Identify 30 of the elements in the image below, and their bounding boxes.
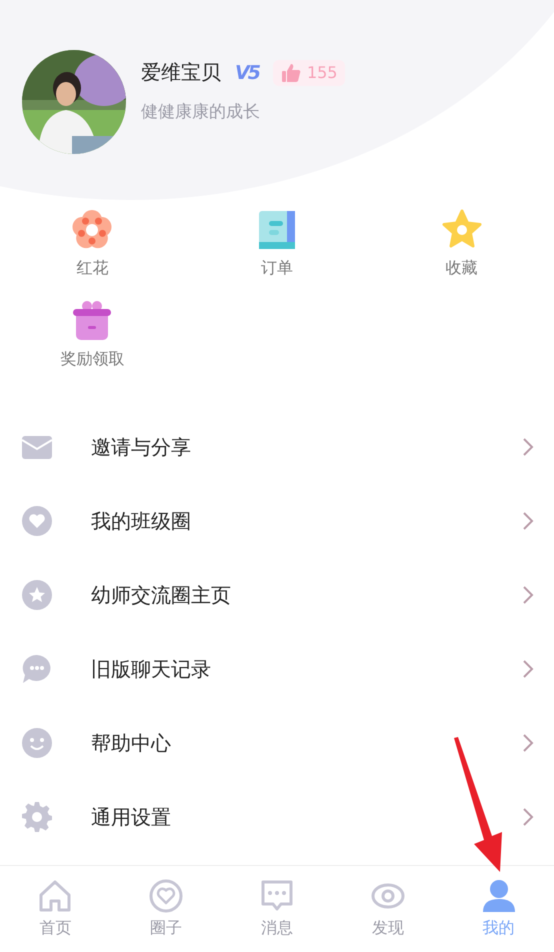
tab-item[interactable]: 首页 [0,866,111,952]
tab-item[interactable]: 我的 [443,866,554,952]
settings-icon [21,801,53,833]
chevron-icon [522,659,534,679]
chevron-icon [522,733,534,753]
shortcut-item[interactable]: 红花 [0,208,185,279]
menu-item[interactable]: 我的班级圈 [0,484,554,558]
shortcut-item[interactable]: 订单 [184,208,370,279]
user-motto: 健健康康的成长 [141,101,261,123]
smile-icon [21,727,53,759]
menu-item[interactable]: 幼师交流圈主页 [0,558,554,632]
person-icon [480,878,517,914]
chevron-icon [522,437,534,457]
shortcut-item[interactable]: 收藏 [369,208,554,279]
menu-item[interactable]: 帮助中心 [0,706,554,780]
thumbs-up-icon [280,62,301,82]
menu-item[interactable]: 旧版聊天记录 [0,632,554,706]
user-name: 爱维宝贝 [141,59,221,86]
chevron-icon [522,511,534,531]
chevron-icon [522,807,534,827]
tab-item[interactable]: 发现 [332,866,444,952]
chevron-icon [522,585,534,605]
menu-item[interactable]: 邀请与分享 [0,410,554,484]
home-icon [37,878,74,914]
likes-badge: 155 [272,60,346,86]
tab-item[interactable]: 消息 [222,866,332,952]
chat-icon [21,653,53,685]
tab-item[interactable]: 圈子 [110,866,222,952]
level-label: V5 [235,62,259,84]
shortcut-item[interactable]: 奖励领取 [0,299,185,370]
